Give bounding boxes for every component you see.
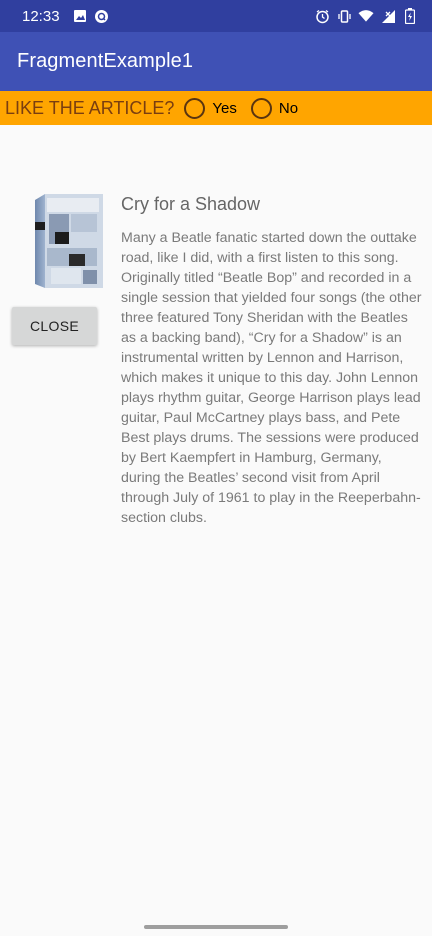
alarm-icon	[314, 8, 330, 24]
battery-icon	[402, 8, 418, 24]
app-bar: FragmentExample1	[0, 32, 432, 91]
wifi-icon	[358, 8, 374, 24]
signal-icon	[380, 8, 396, 24]
vibrate-icon	[336, 8, 352, 24]
article-title: Cry for a Shadow	[121, 194, 261, 214]
like-article-bar: LIKE THE ARTICLE? Yes No	[0, 91, 432, 125]
notification-icon	[94, 8, 110, 24]
album-thumbnail	[33, 192, 105, 290]
close-button[interactable]: CLOSE	[12, 307, 97, 345]
radio-no-label[interactable]: No	[279, 100, 298, 117]
radio-no[interactable]: No	[250, 97, 298, 119]
like-article-label: LIKE THE ARTICLE?	[5, 97, 175, 118]
app-title: FragmentExample1	[17, 50, 194, 72]
radio-yes[interactable]: Yes	[184, 97, 237, 119]
status-time: 12:33	[22, 7, 60, 25]
radio-yes-circle[interactable]	[184, 97, 206, 119]
gesture-nav-handle[interactable]	[144, 925, 288, 929]
status-bar: 12:33	[0, 0, 432, 32]
image-icon	[72, 8, 88, 24]
radio-yes-label[interactable]: Yes	[212, 100, 236, 117]
article-body: Many a Beatle fanatic started down the o…	[121, 230, 422, 526]
radio-no-circle[interactable]	[250, 97, 272, 119]
